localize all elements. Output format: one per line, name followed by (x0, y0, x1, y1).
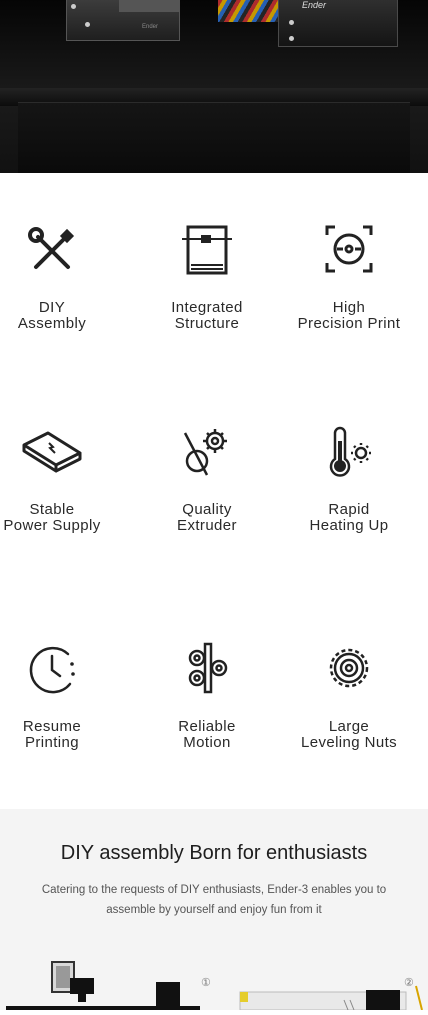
features-grid: DIY Assembly Integrated Structure High P… (0, 173, 428, 809)
section-description: Catering to the requests of DIY enthusia… (41, 884, 387, 916)
power-supply-image (239, 985, 423, 1011)
rail-wheels-icon (188, 642, 228, 694)
feature-stable-power: Stable Power Supply (0, 423, 122, 534)
leveling-nut-icon (329, 648, 369, 688)
power-supply-icon (22, 431, 82, 473)
feature-resume-printing: Resume Printing (0, 640, 122, 751)
printer-part-right (278, 0, 398, 47)
feature-rapid-heating: Rapid Heating Up (279, 423, 419, 534)
product-number-1: ① (201, 977, 211, 989)
tools-icon (28, 227, 75, 269)
thermometer-sun-icon (329, 426, 371, 477)
product-image-frame: ① (0, 950, 211, 1010)
product-image-psu: ② (236, 970, 428, 1011)
hero-image: Ender Ender (0, 0, 428, 173)
ribbon-cable (218, 0, 282, 22)
feature-label: Resume Printing (22, 718, 82, 751)
printer-part-left (66, 0, 180, 41)
clock-resume-icon (29, 646, 75, 694)
hero-brand-small: Ender (142, 24, 159, 30)
feature-label: High Precision Print (297, 299, 401, 332)
feature-label: DIY Assembly (17, 299, 87, 332)
feature-label: Stable Power Supply (3, 501, 101, 534)
feature-reliable-motion: Reliable Motion (137, 640, 277, 751)
feature-label: Integrated Structure (171, 299, 243, 332)
feature-large-leveling-nuts: Large Leveling Nuts (279, 640, 419, 751)
feature-label: Large Leveling Nuts (300, 718, 398, 751)
section-title: DIY assembly Born for enthusiasts (60, 842, 368, 864)
product-number-2: ② (404, 977, 414, 989)
feature-quality-extruder: Quality Extruder (137, 423, 277, 534)
feature-integrated-structure: Integrated Structure (137, 221, 277, 332)
hero-slab (18, 102, 410, 173)
feature-label: Reliable Motion (178, 718, 236, 751)
frame-structure-icon (182, 225, 232, 275)
precision-target-icon (325, 225, 373, 273)
feature-high-precision: High Precision Print (279, 221, 419, 332)
printer-frame-image (6, 961, 200, 1010)
feature-diy-assembly: DIY Assembly (0, 221, 122, 332)
extruder-gear-icon (183, 429, 227, 476)
feature-label: Rapid Heating Up (309, 501, 389, 534)
hero-brand-text: Ender (302, 0, 327, 10)
feature-label: Quality Extruder (177, 501, 237, 534)
